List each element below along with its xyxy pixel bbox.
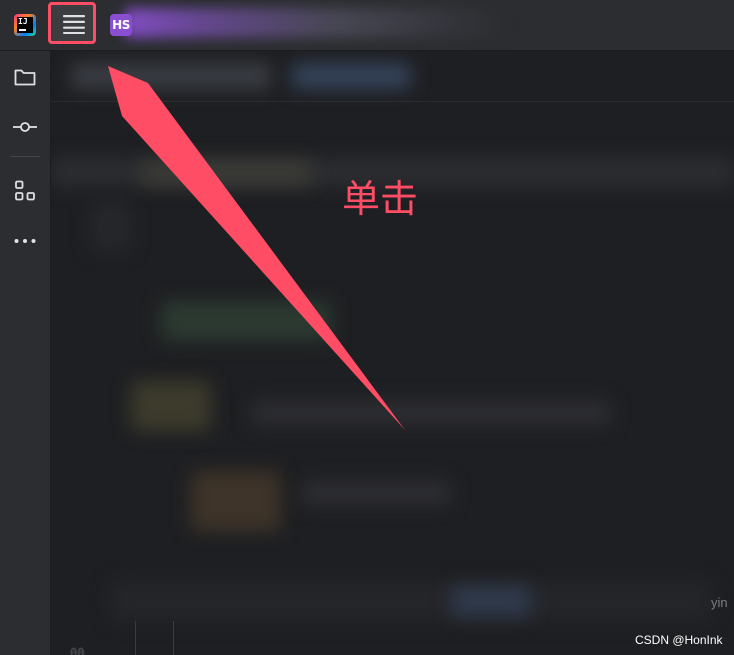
watermark: CSDN @HonInk (635, 633, 723, 647)
annotation-arrow (108, 66, 405, 430)
annotation-label: 单击 (342, 177, 419, 221)
